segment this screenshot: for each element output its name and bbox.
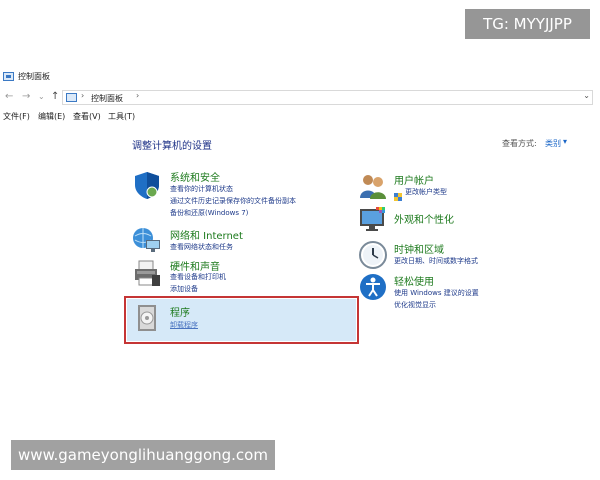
forward-arrow-icon[interactable]: → bbox=[22, 91, 30, 103]
link-backup-restore[interactable]: 备份和还原(Windows 7) bbox=[170, 208, 248, 218]
category-programs[interactable]: 程序 bbox=[170, 304, 190, 319]
link-view-computer-status[interactable]: 查看你的计算机状态 bbox=[170, 184, 233, 194]
back-arrow-icon[interactable]: ← bbox=[5, 91, 13, 103]
menu-view[interactable]: 查看(V) bbox=[73, 111, 101, 122]
link-change-account-type[interactable]: 更改帐户类型 bbox=[405, 187, 447, 197]
menu-bar: 文件(F) 编辑(E) 查看(V) 工具(T) bbox=[0, 110, 600, 124]
control-panel-icon bbox=[66, 93, 77, 102]
menu-edit[interactable]: 编辑(E) bbox=[38, 111, 65, 122]
address-dropdown-icon[interactable]: ⌄ bbox=[583, 91, 590, 100]
category-clock-region[interactable]: 时钟和区域 bbox=[394, 241, 444, 256]
up-arrow-icon[interactable]: ↑ bbox=[51, 91, 59, 103]
link-add-device[interactable]: 添加设备 bbox=[170, 284, 198, 294]
appearance-icon bbox=[358, 205, 388, 233]
category-appearance-personalization[interactable]: 外观和个性化 bbox=[394, 211, 454, 226]
link-optimize-visual-display[interactable]: 优化视觉显示 bbox=[394, 300, 436, 310]
view-by-label: 查看方式: bbox=[502, 139, 537, 148]
address-bar[interactable]: › 控制面板 › ⌄ bbox=[62, 90, 593, 105]
breadcrumb-separator: › bbox=[81, 91, 85, 100]
uac-shield-icon bbox=[394, 186, 402, 201]
category-ease-of-access[interactable]: 轻松使用 bbox=[394, 273, 434, 288]
users-icon bbox=[358, 172, 388, 200]
page-title: 调整计算机的设置 bbox=[132, 141, 212, 152]
menu-file[interactable]: 文件(F) bbox=[3, 111, 30, 122]
recent-locations-icon[interactable]: ⌄ bbox=[38, 91, 45, 103]
clock-icon bbox=[358, 240, 388, 270]
link-devices-printers[interactable]: 查看设备和打印机 bbox=[170, 272, 226, 282]
shield-icon bbox=[132, 170, 162, 200]
category-user-accounts[interactable]: 用户帐户 bbox=[394, 172, 434, 187]
ease-of-access-icon bbox=[358, 272, 388, 302]
control-panel-icon bbox=[3, 72, 14, 81]
link-recommended-settings[interactable]: 使用 Windows 建议的设置 bbox=[394, 288, 479, 298]
network-icon bbox=[132, 226, 162, 254]
breadcrumb-separator[interactable]: › bbox=[136, 91, 139, 100]
menu-tools[interactable]: 工具(T) bbox=[108, 111, 135, 122]
site-watermark: www.gameyonglihuanggong.com bbox=[11, 440, 275, 470]
breadcrumb-control-panel[interactable]: 控制面板 bbox=[91, 93, 123, 104]
printer-icon bbox=[132, 258, 162, 288]
category-hardware-sound[interactable]: 硬件和声音 bbox=[170, 258, 220, 273]
link-change-date-time-format[interactable]: 更改日期、时间或数字格式 bbox=[394, 256, 478, 266]
category-system-security[interactable]: 系统和安全 bbox=[170, 169, 220, 184]
link-uninstall-program[interactable]: 卸载程序 bbox=[170, 320, 198, 330]
window-title-bar: 控制面板 bbox=[0, 70, 600, 86]
window-title: 控制面板 bbox=[18, 72, 50, 81]
navigation-bar: ← → ⌄ ↑ › 控制面板 › ⌄ bbox=[0, 89, 600, 107]
link-network-status[interactable]: 查看网络状态和任务 bbox=[170, 242, 233, 252]
chevron-down-icon[interactable]: ▾ bbox=[563, 137, 567, 146]
link-file-history-backup[interactable]: 通过文件历史记录保存你的文件备份副本 bbox=[170, 196, 296, 206]
programs-icon bbox=[134, 303, 160, 333]
view-by-dropdown[interactable]: 类别 bbox=[545, 138, 561, 149]
tg-watermark: TG: MYYJJPP bbox=[465, 9, 590, 39]
category-network-internet[interactable]: 网络和 Internet bbox=[170, 227, 243, 242]
